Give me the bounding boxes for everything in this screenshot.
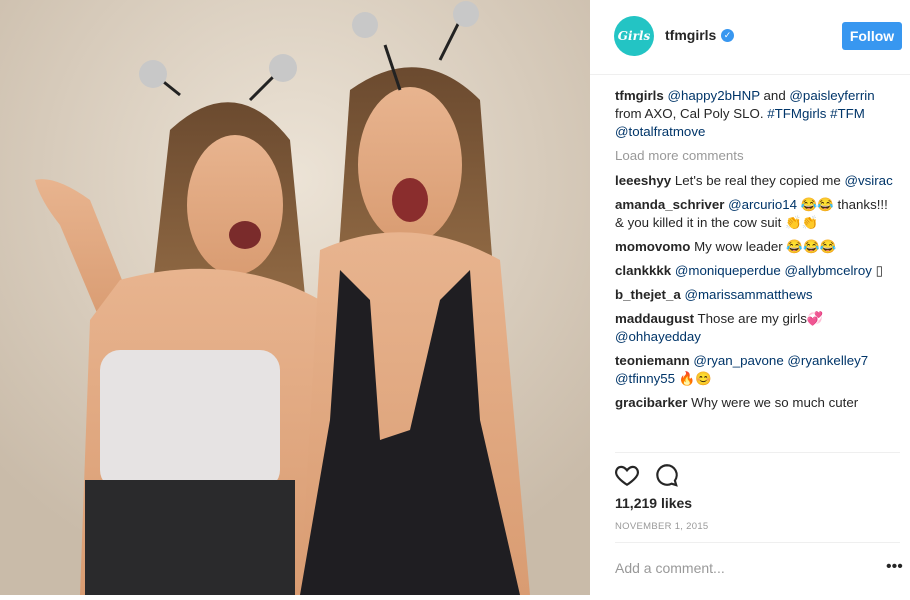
likes-count[interactable]: 11,219 likes bbox=[615, 495, 692, 511]
comment: leeeshyy Let's be real they copied me @v… bbox=[615, 172, 895, 190]
caption-hashtag[interactable]: #TFM bbox=[830, 106, 865, 121]
comment-text: Let's be real they copied me bbox=[674, 173, 841, 188]
comment-mention[interactable]: @tfinny55 bbox=[615, 371, 675, 386]
comment-username[interactable]: maddaugust bbox=[615, 311, 694, 326]
follow-button[interactable]: Follow bbox=[842, 22, 902, 50]
comment-username[interactable]: teoniemann bbox=[615, 353, 690, 368]
comment: amanda_schriver @arcurio14 😂😂 thanks!!! … bbox=[615, 196, 895, 232]
comment-text: Why were we so much cuter bbox=[691, 395, 859, 410]
comment-mention[interactable]: @ryankelley7 bbox=[787, 353, 868, 368]
comment: b_thejet_a @marissammatthews bbox=[615, 286, 895, 304]
comment-username[interactable]: amanda_schriver bbox=[615, 197, 724, 212]
caption: tfmgirls @happy2bHNP and @paisleyferrin … bbox=[615, 87, 895, 141]
caption-mention[interactable]: @paisleyferrin bbox=[789, 88, 874, 103]
avatar[interactable]: Girls bbox=[614, 16, 654, 56]
post-date[interactable]: NOVEMBER 1, 2015 bbox=[615, 521, 709, 532]
comment-mention[interactable]: @allybmcelroy bbox=[785, 263, 872, 278]
caption-username[interactable]: tfmgirls bbox=[615, 88, 664, 103]
comment-username[interactable]: leeeshyy bbox=[615, 173, 671, 188]
comment-mention[interactable]: @moniqueperdue bbox=[675, 263, 781, 278]
comment-mention[interactable]: @ryan_pavone bbox=[693, 353, 783, 368]
comment-text: 🔥😊 bbox=[678, 371, 712, 386]
comment-icon[interactable] bbox=[654, 462, 680, 488]
caption-mention[interactable]: @happy2bHNP bbox=[667, 88, 759, 103]
comment-username[interactable]: clankkkk bbox=[615, 263, 671, 278]
comment-text: My wow leader 😂😂😂 bbox=[694, 239, 837, 254]
comment-mention[interactable]: @ohhayedday bbox=[615, 329, 701, 344]
comment-mention[interactable]: @marissammatthews bbox=[684, 287, 812, 302]
comment-username[interactable]: gracibarker bbox=[615, 395, 687, 410]
verified-icon: ✓ bbox=[721, 29, 734, 42]
comments-list: tfmgirls @happy2bHNP and @paisleyferrin … bbox=[615, 87, 895, 451]
username[interactable]: tfmgirls bbox=[665, 27, 716, 43]
avatar-text: Girls bbox=[617, 29, 651, 43]
photo-illustration bbox=[0, 0, 590, 595]
comment: teoniemann @ryan_pavone @ryankelley7 @tf… bbox=[615, 352, 895, 388]
post-actions: 11,219 likes NOVEMBER 1, 2015 Add a comm… bbox=[590, 452, 910, 600]
comment-mention[interactable]: @vsirac bbox=[845, 173, 893, 188]
post-photo[interactable] bbox=[0, 0, 590, 595]
comment: maddaugust Those are my girls💞 @ohhayedd… bbox=[615, 310, 895, 346]
comment-username[interactable]: b_thejet_a bbox=[615, 287, 681, 302]
comment-text: Those are my girls💞 bbox=[697, 311, 824, 326]
more-options-icon[interactable]: ••• bbox=[886, 558, 903, 576]
comment-mention[interactable]: @arcurio14 bbox=[728, 197, 797, 212]
comment-text: ▯ bbox=[875, 263, 883, 278]
comment-username[interactable]: momovomo bbox=[615, 239, 690, 254]
divider bbox=[615, 542, 900, 543]
caption-text: from AXO, Cal Poly SLO. bbox=[615, 106, 764, 121]
divider bbox=[615, 452, 900, 453]
load-more-comments[interactable]: Load more comments bbox=[615, 147, 895, 165]
comment: momovomo My wow leader 😂😂😂 bbox=[615, 238, 895, 256]
comment: gracibarker Why were we so much cuter bbox=[615, 394, 895, 412]
add-comment-input[interactable]: Add a comment... bbox=[615, 560, 725, 576]
heart-icon[interactable] bbox=[614, 462, 640, 488]
post-sidebar: Girls tfmgirls ✓ Follow tfmgirls @happy2… bbox=[590, 0, 910, 595]
comment: clankkkk @moniqueperdue @allybmcelroy ▯ bbox=[615, 262, 895, 280]
caption-hashtag[interactable]: #TFMgirls bbox=[767, 106, 826, 121]
caption-mention[interactable]: @totalfratmove bbox=[615, 124, 705, 139]
caption-text: and bbox=[763, 88, 786, 103]
post-header: Girls tfmgirls ✓ Follow bbox=[590, 0, 910, 75]
